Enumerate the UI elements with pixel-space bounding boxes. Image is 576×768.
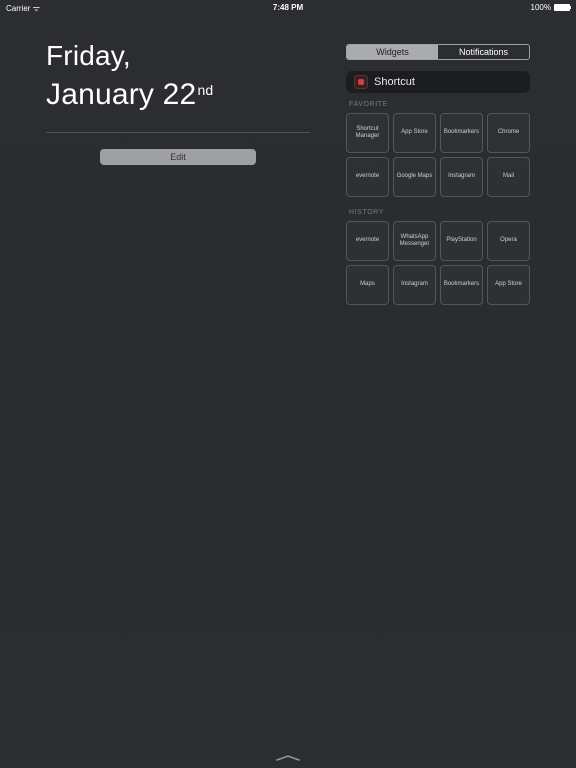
history-item[interactable]: Bookmarkers — [440, 265, 483, 305]
favorite-item[interactable]: Shortcut Manager — [346, 113, 389, 153]
history-item[interactable]: PlayStation — [440, 221, 483, 261]
widget-title: Shortcut — [374, 76, 415, 88]
favorite-item[interactable]: Chrome — [487, 113, 530, 153]
favorite-item[interactable]: Mail — [487, 157, 530, 197]
widget-header: Shortcut — [346, 71, 530, 93]
divider — [46, 132, 310, 133]
edit-button[interactable]: Edit — [100, 149, 256, 165]
grabber-icon[interactable] — [276, 755, 300, 759]
status-bar: Carrier ᯤ 7:48 PM 100% — [0, 0, 576, 14]
section-history-label: HISTORY — [346, 209, 530, 216]
history-item[interactable]: WhatsApp Messenger — [393, 221, 436, 261]
tab-widgets[interactable]: Widgets — [347, 45, 438, 59]
history-item[interactable]: Instagram — [393, 265, 436, 305]
favorite-item[interactable]: Bookmarkers — [440, 113, 483, 153]
history-item[interactable]: App Store — [487, 265, 530, 305]
tab-notifications[interactable]: Notifications — [438, 45, 529, 59]
segmented-control: Widgets Notifications — [346, 44, 530, 60]
favorite-item[interactable]: evernote — [346, 157, 389, 197]
favorite-item[interactable]: App Store — [393, 113, 436, 153]
history-item[interactable]: evernote — [346, 221, 389, 261]
section-favorite-label: FAVORITE — [346, 101, 530, 108]
favorite-grid: Shortcut ManagerApp StoreBookmarkersChro… — [346, 113, 530, 197]
date-ordinal: nd — [197, 82, 213, 98]
shortcut-icon — [354, 75, 368, 89]
battery-percent: 100% — [531, 3, 551, 12]
date-day: Friday, — [46, 40, 310, 72]
battery-icon — [554, 4, 570, 11]
favorite-item[interactable]: Instagram — [440, 157, 483, 197]
history-grid: evernoteWhatsApp MessengerPlayStationOpe… — [346, 221, 530, 305]
date-monthday: January 22 — [46, 78, 196, 111]
status-right: 100% — [531, 3, 570, 12]
history-item[interactable]: Opera — [487, 221, 530, 261]
status-time: 7:48 PM — [0, 3, 576, 12]
favorite-item[interactable]: Google Maps — [393, 157, 436, 197]
date-full: January 22nd — [46, 78, 310, 112]
history-item[interactable]: Maps — [346, 265, 389, 305]
